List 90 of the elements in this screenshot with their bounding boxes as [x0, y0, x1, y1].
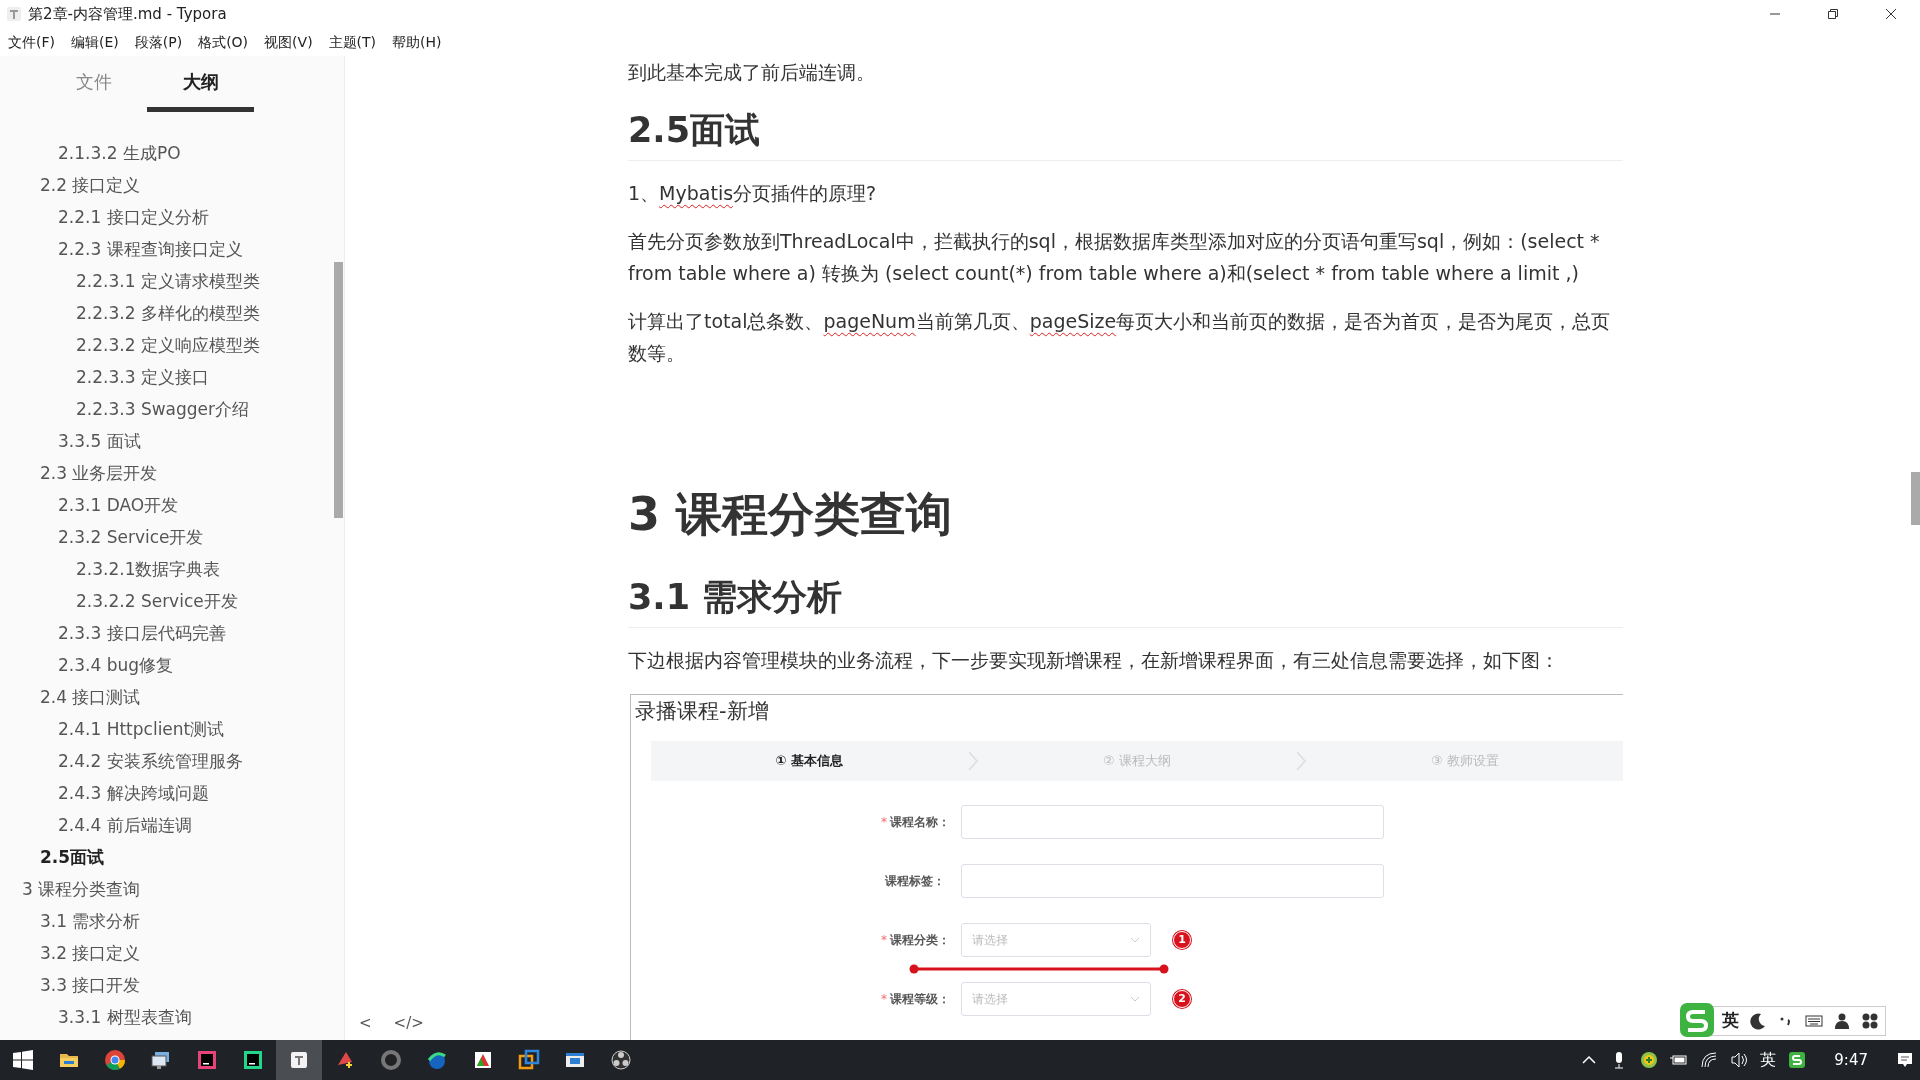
outline-item[interactable]: 3.2 接口定义	[40, 937, 141, 969]
field-label: * 课程分类：	[881, 932, 951, 949]
outline-item[interactable]: 2.2.1 接口定义分析	[58, 201, 209, 233]
input-field[interactable]	[961, 805, 1384, 839]
outline-item[interactable]: 2.4 接口测试	[40, 681, 141, 713]
close-icon	[1885, 8, 1897, 20]
outline-item[interactable]: 2.2.3 课程查询接口定义	[58, 233, 243, 265]
browser-icon	[104, 1049, 126, 1071]
outline-item[interactable]: 2.3 业务层开发	[40, 457, 158, 489]
number-marker: 1	[1173, 931, 1191, 949]
input-language[interactable]: 英	[1754, 1048, 1783, 1072]
clock[interactable]: 9:47	[1812, 1048, 1890, 1072]
heading: 2.5面试	[628, 108, 1623, 161]
chevron-icon	[967, 751, 979, 771]
outline-item[interactable]: 2.3.2.2 Service开发	[76, 585, 238, 617]
outline-item[interactable]: 2.4.1 Httpclient测试	[58, 713, 225, 745]
outline-item[interactable]: 2.4.2 安装系统管理服务	[58, 745, 243, 777]
taskbar-app[interactable]	[276, 1040, 322, 1080]
caret-icon	[1130, 937, 1140, 943]
menu-item[interactable]: 文件(F)	[8, 31, 55, 53]
database-icon	[242, 1049, 264, 1071]
wifi-icon[interactable]	[1700, 1051, 1719, 1069]
volume-icon[interactable]	[1730, 1051, 1749, 1069]
outline-item[interactable]: 2.4.4 前后端连调	[58, 809, 192, 841]
outline-item[interactable]: 2.1.3.2 生成PO	[58, 137, 181, 169]
input-field[interactable]	[961, 864, 1384, 898]
outline-item[interactable]: 3.1 需求分析	[40, 905, 141, 937]
globe-icon	[426, 1049, 448, 1071]
outline-item[interactable]: 3.3.1 树型表查询	[58, 1001, 192, 1033]
paragraph: 首先分页参数放到ThreadLocal中，拦截执行的sql，根据数据库类型添加对应的分页语句重写sql，例如：(select * from table where a) 转换为 (select count(*) from table where a)和(select * from table where a limit ,)	[628, 229, 1601, 286]
outline-item[interactable]: 2.2.3.3 Swagger介绍	[76, 393, 250, 425]
outline-item[interactable]: 2.4.3 解决跨域问题	[58, 777, 209, 809]
outline-item[interactable]: 2.2.3.3 定义接口	[76, 361, 209, 393]
outline-item[interactable]: 2.2.3.2 定义响应模型类	[76, 329, 260, 361]
field-label: 课程标签：	[884, 873, 946, 890]
restore-icon	[1827, 8, 1839, 20]
outline-item[interactable]: 2.3.1 DAO开发	[58, 489, 179, 521]
step[interactable]: ① 基本信息	[651, 751, 967, 771]
outline-item[interactable]: 3 课程分类查询	[22, 873, 141, 905]
outline-item[interactable]: 2.3.3 接口层代码完善	[58, 617, 226, 649]
paragraph: 1、Mybatis分页插件的原理?	[628, 181, 878, 206]
scrollbar-thumb[interactable]	[334, 262, 343, 518]
paragraph: 计算出了total总条数、pageNum当前第几页、pageSize每页大小和当前页的数据，是否为首页，是否为尾页，总页数等。	[628, 309, 1612, 366]
source-mode-button[interactable]: </>	[389, 1011, 428, 1034]
squares-icon	[518, 1049, 540, 1071]
ide-icon	[196, 1049, 218, 1071]
outline-item[interactable]: 2.3.2 Service开发	[58, 521, 204, 553]
outline-item[interactable]: 2.5面试	[40, 841, 105, 873]
menu-item[interactable]: 主题(T)	[328, 31, 377, 53]
ime-logo-icon[interactable]	[1788, 1051, 1807, 1069]
panel-title: 录播课程-新增	[634, 698, 770, 725]
heading: 3.1 需求分析	[628, 575, 1623, 628]
grid-icon[interactable]	[1861, 1012, 1879, 1030]
outline-item[interactable]: 2.2.3.2 多样化的模型类	[76, 297, 260, 329]
outline-item[interactable]: 2.3.2.1数据字典表	[76, 553, 221, 585]
menu-item[interactable]: 段落(P)	[134, 31, 183, 53]
field-label: * 课程名称：	[881, 814, 951, 831]
slides-icon	[472, 1049, 494, 1071]
input-language[interactable]: 英	[1722, 1008, 1739, 1034]
outline-item[interactable]: 3.3.5 面试	[58, 425, 141, 457]
chevron-icon	[1295, 751, 1307, 771]
record-icon	[610, 1049, 632, 1071]
outline-item[interactable]: 3.3 接口开发	[40, 969, 141, 1001]
window-title: 第2章-内容管理.md - Typora	[28, 3, 227, 25]
letter-icon	[288, 1049, 310, 1071]
windows-icon	[13, 1050, 33, 1070]
keyboard-icon[interactable]	[1805, 1012, 1823, 1030]
menu-item[interactable]: 编辑(E)	[71, 31, 119, 53]
menu-item[interactable]: 格式(O)	[198, 31, 249, 53]
sidebar-tab[interactable]: 大纲	[147, 56, 254, 112]
menu-item[interactable]: 帮助(H)	[392, 31, 442, 53]
moon-icon[interactable]	[1749, 1012, 1767, 1030]
scrollbar-thumb[interactable]	[1911, 472, 1920, 525]
outline-item[interactable]: 2.2 接口定义	[40, 169, 141, 201]
number-marker: 2	[1173, 990, 1191, 1008]
heading: 3 课程分类查询	[628, 486, 954, 543]
ring-icon	[380, 1049, 402, 1071]
plus-circle-icon[interactable]	[1640, 1051, 1659, 1069]
caret-icon	[1130, 996, 1140, 1002]
paragraph: 下边根据内容管理模块的业务流程，下一步要实现新增课程，在新增课程界面，有三处信息需要选择，如下图：	[628, 648, 1560, 673]
app-icon	[6, 6, 22, 22]
menu-item[interactable]: 视图(V)	[264, 31, 313, 53]
monitor-icon	[150, 1049, 172, 1071]
outline-item[interactable]: 2.2.3.1 定义请求模型类	[76, 265, 260, 297]
field-label: * 课程等级：	[881, 991, 951, 1008]
notification-icon[interactable]	[1896, 1051, 1914, 1069]
collapse-sidebar-button[interactable]: <	[355, 1011, 376, 1034]
paragraph: 到此基本完成了前后端连调。	[628, 60, 876, 85]
user-icon[interactable]	[1833, 1012, 1851, 1030]
outline-item[interactable]: 2.3.4 bug修复	[58, 649, 173, 681]
